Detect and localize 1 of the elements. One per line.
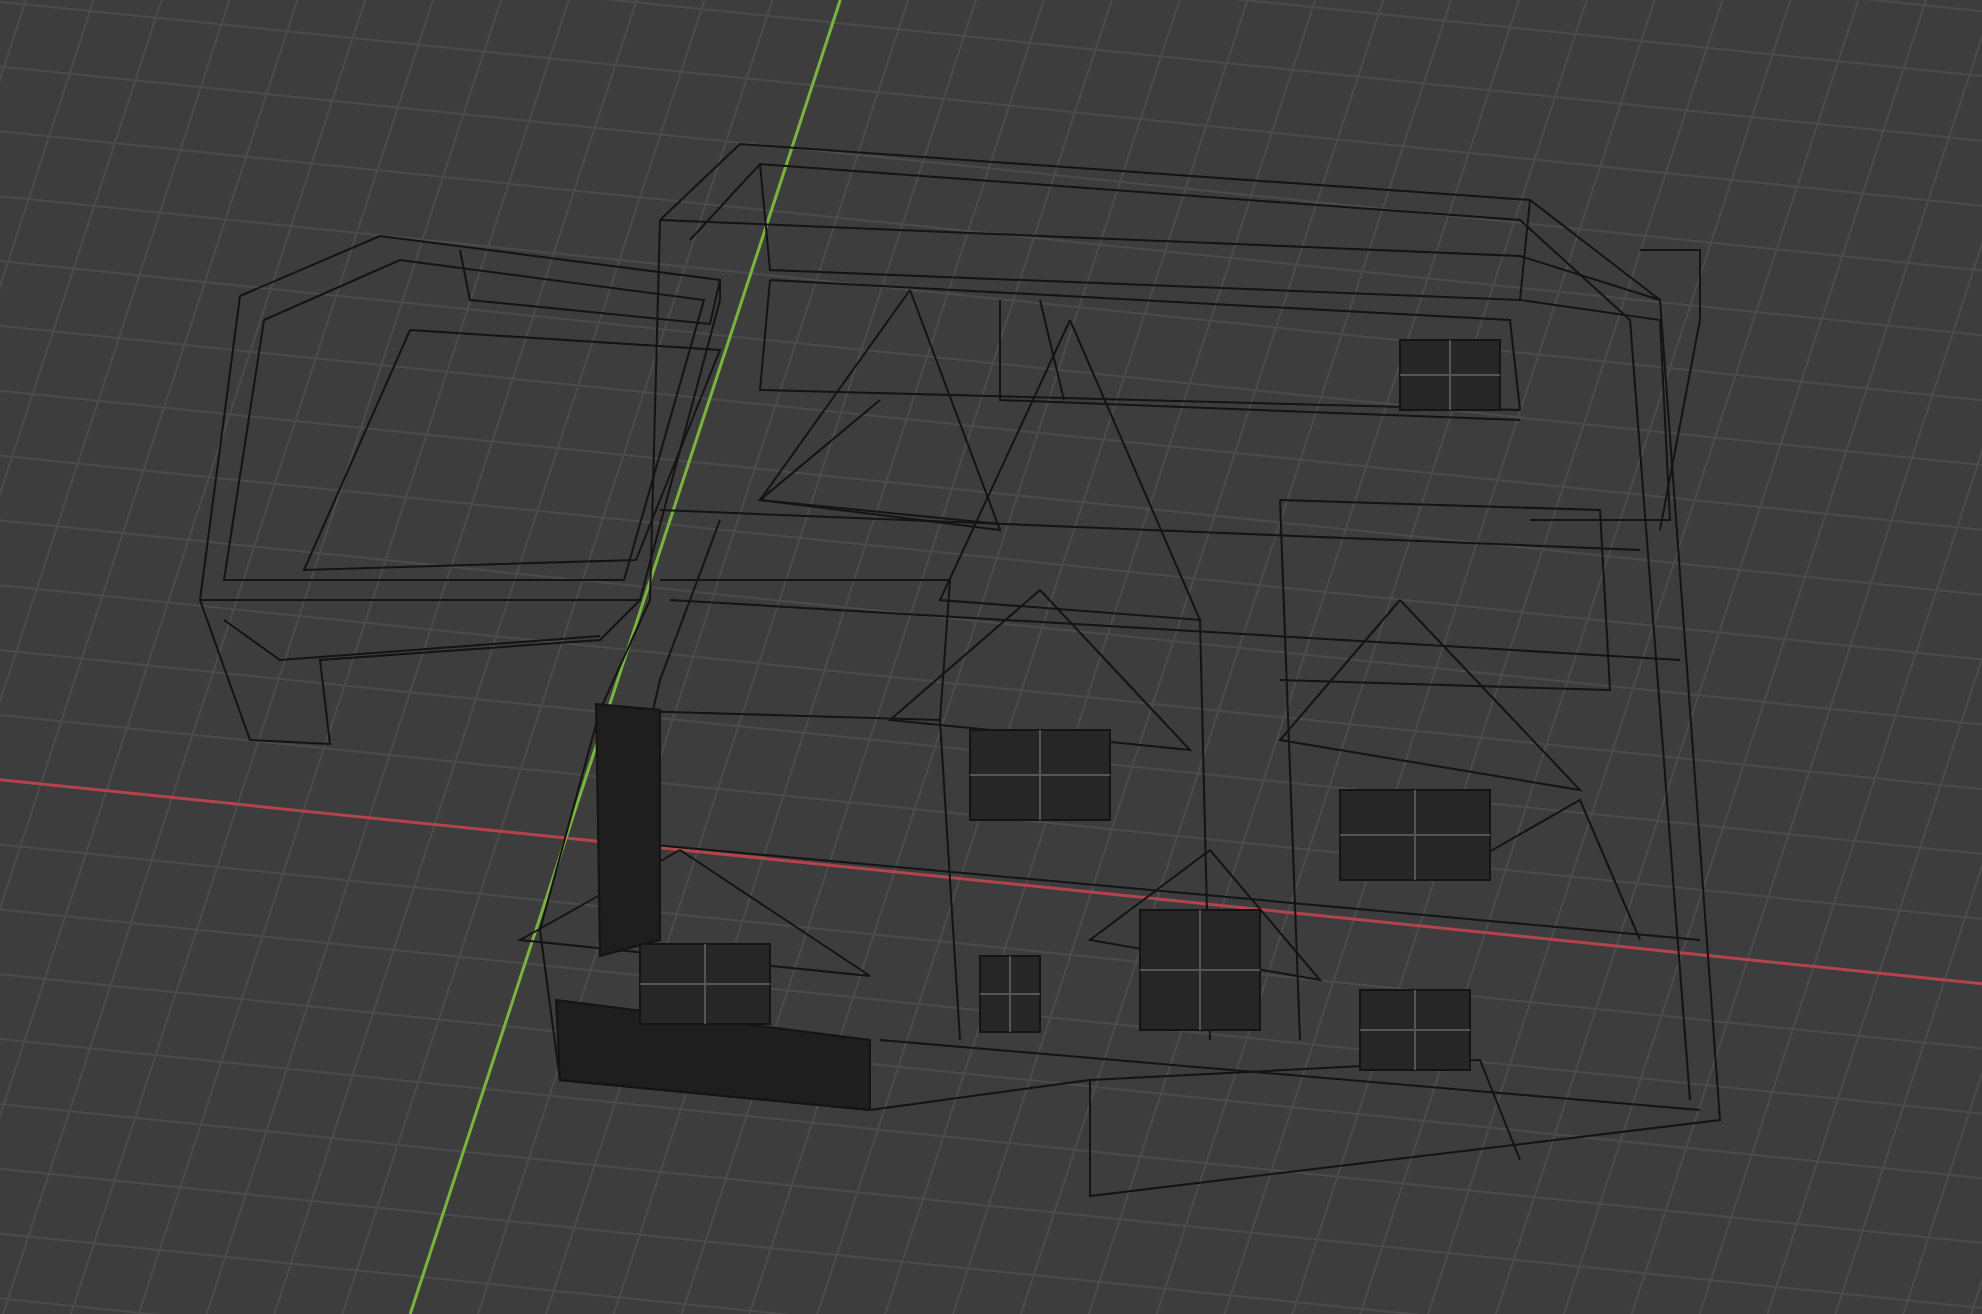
house-wireframe-drawing[interactable] bbox=[198, 142, 1722, 1198]
